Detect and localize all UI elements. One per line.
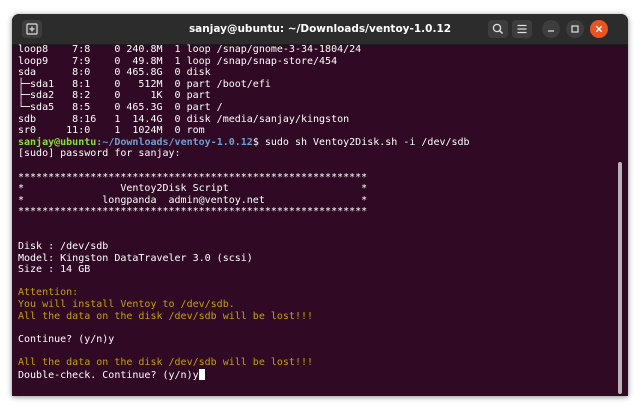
terminal-window: sanjay@ubuntu: ~/Downloads/ventoy-1.0.12: [12, 14, 628, 396]
lsblk-line: ├─sda2 8:2 0 1K 0 part: [18, 90, 211, 102]
double-check-prompt: Double-check. Continue? (y/n)y: [18, 369, 199, 381]
hamburger-menu-icon: [517, 24, 527, 34]
text-cursor: [198, 368, 205, 380]
command-prompt-line: sanjay@ubuntu:~/Downloads/ventoy-1.0.12$…: [18, 137, 614, 149]
window-title: sanjay@ubuntu: ~/Downloads/ventoy-1.0.12: [188, 23, 452, 35]
prompt-user: sanjay@ubuntu: [18, 136, 97, 148]
lsblk-line: sr0 11:0 1 1024M 0 rom: [18, 125, 205, 137]
search-button[interactable]: [488, 20, 508, 38]
lsblk-line: sda 8:0 0 465.8G 0 disk: [18, 67, 211, 79]
continue-prompt: Continue? (y/n)y: [18, 333, 115, 345]
lsblk-line: └─sda5 8:5 0 465.3G 0 part /: [18, 101, 223, 113]
maximize-button[interactable]: [566, 20, 584, 38]
maximize-icon: [571, 25, 579, 33]
attention-line: All the data on the disk /dev/sdb will b…: [18, 310, 314, 322]
banner-line: * longpanda admin@ventoy.net *: [18, 194, 368, 206]
scrollbar[interactable]: [618, 162, 622, 394]
close-button[interactable]: [590, 20, 608, 38]
disk-info-line: Model: Kingston DataTraveler 3.0 (scsi): [18, 252, 253, 264]
disk-info-line: Disk : /dev/sdb: [18, 241, 109, 253]
attention-line: You will install Ventoy to /dev/sdb.: [18, 299, 235, 311]
lsblk-line: ├─sda1 8:1 0 512M 0 part /boot/efi: [18, 78, 271, 90]
double-check-line: Double-check. Continue? (y/n)y: [18, 368, 614, 381]
disk-info-line: Size : 14 GB: [18, 264, 91, 276]
terminal-output[interactable]: loop8 7:8 0 240.8M 1 loop /snap/gnome-3-…: [18, 44, 614, 396]
prompt-path: :~/Downloads/ventoy-1.0.12: [96, 136, 253, 148]
search-icon: [492, 23, 504, 35]
banner-line: ****************************************…: [18, 171, 368, 183]
sudo-password-prompt: [sudo] password for sanjay:: [18, 148, 181, 160]
attention-line: Attention:: [18, 287, 79, 299]
minimize-icon: [548, 30, 554, 32]
banner-line: ****************************************…: [18, 206, 368, 218]
prompt-command: $ sudo sh Ventoy2Disk.sh -i /dev/sdb: [252, 136, 470, 148]
lsblk-line: sdb 8:16 1 14.4G 0 disk /media/sanjay/ki…: [18, 113, 350, 125]
lsblk-line: loop8 7:8 0 240.8M 1 loop /snap/gnome-3-…: [18, 44, 362, 55]
banner-line: * Ventoy2Disk Script *: [18, 183, 368, 195]
close-icon: [595, 25, 603, 33]
second-warning-line: All the data on the disk /dev/sdb will b…: [18, 357, 314, 369]
minimize-button[interactable]: [542, 20, 560, 38]
title-bar: sanjay@ubuntu: ~/Downloads/ventoy-1.0.12: [12, 14, 628, 45]
lsblk-line: loop9 7:9 0 49.8M 1 loop /snap/snap-stor…: [18, 55, 338, 67]
menu-button[interactable]: [512, 20, 532, 38]
